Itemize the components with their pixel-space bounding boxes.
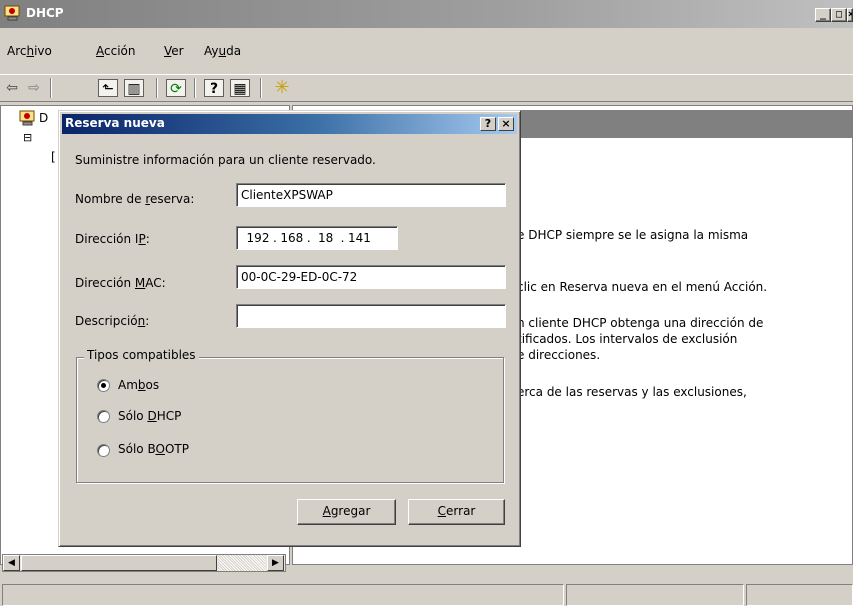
ip-octet[interactable]: 168	[277, 229, 307, 247]
radio-bootp-only-label[interactable]: Sólo BOOTP	[118, 442, 189, 456]
radio-dhcp-only[interactable]	[97, 410, 110, 423]
mac-address-input[interactable]: 00-0C-29-ED-0C-72	[236, 265, 506, 289]
new-reservation-dialog: Reserva nueva ? × Suministre información…	[58, 110, 521, 547]
details-text-line: erca de las reservas y las exclusiones,	[517, 385, 747, 399]
view-icon[interactable]: ▦	[230, 79, 250, 97]
status-cell	[2, 584, 564, 606]
ip-octet[interactable]: 192	[243, 229, 273, 247]
tree-child-stub: [	[51, 150, 56, 164]
show-hide-tree-icon[interactable]: ▥	[124, 79, 144, 97]
tree-root-label[interactable]: D	[39, 111, 48, 125]
close-window-button[interactable]: ×	[847, 8, 853, 22]
radio-dhcp-only-label[interactable]: Sólo DHCP	[118, 409, 181, 423]
status-bar	[0, 582, 853, 606]
radio-selected-dot	[101, 383, 106, 388]
toolbar-separator	[50, 78, 52, 98]
toolbar-separator	[194, 78, 196, 98]
dialog-title: Reserva nueva	[65, 116, 165, 130]
details-text-line: e DHCP siempre se le asigna la misma	[517, 228, 749, 242]
scroll-right-icon[interactable]: ▶	[267, 555, 284, 571]
radio-both-label[interactable]: Ambos	[118, 378, 159, 392]
minimize-button[interactable]: _	[815, 8, 831, 22]
menu-ver[interactable]: Ver	[164, 44, 184, 58]
window-title: DHCP	[26, 6, 64, 20]
radio-bootp-only[interactable]	[97, 444, 110, 457]
forward-arrow-icon[interactable]: ⇨	[24, 79, 44, 97]
mac-label: Dirección MAC:	[75, 276, 166, 290]
close-button[interactable]: Cerrar	[408, 499, 505, 525]
reservation-name-input[interactable]: ClienteXPSWAP	[236, 183, 506, 207]
details-text-line: clic en Reserva nueva en el menú Acción.	[517, 280, 768, 294]
menu-ayuda[interactable]: Ayuda	[204, 44, 241, 58]
menu-archivo[interactable]: Archivo	[7, 44, 52, 58]
dialog-titlebar: Reserva nueva ? ×	[62, 114, 517, 134]
ip-octet[interactable]: 141	[344, 229, 374, 247]
supported-types-legend: Tipos compatibles	[84, 348, 199, 362]
refresh-icon[interactable]: ⟳	[166, 79, 186, 97]
ip-address-input[interactable]: 192. 168. 18. 141	[236, 226, 398, 250]
details-text-line: tificados. Los intervalos de exclusión	[517, 332, 738, 346]
details-text-line: n cliente DHCP obtenga una dirección de	[517, 316, 764, 330]
dialog-intro: Suministre información para un cliente r…	[75, 153, 376, 167]
scroll-track[interactable]	[218, 555, 266, 571]
back-arrow-icon[interactable]: ⇦	[2, 79, 22, 97]
description-input[interactable]	[236, 304, 506, 328]
details-text-line: e direcciones.	[517, 348, 601, 362]
status-cell	[566, 584, 744, 606]
ip-label: Dirección IP:	[75, 232, 150, 246]
description-label: Descripción:	[75, 314, 150, 328]
scroll-thumb[interactable]	[21, 555, 217, 571]
menu-accion[interactable]: Acción	[96, 44, 135, 58]
menu-bar: Archivo Acción Ver Ayuda	[0, 40, 853, 62]
maximize-button[interactable]: □	[831, 8, 847, 22]
new-item-icon[interactable]: ✳	[272, 79, 292, 97]
dhcp-root-icon	[19, 110, 35, 126]
horizontal-scrollbar[interactable]: ◀ ▶	[2, 554, 286, 572]
name-label: Nombre de reserva:	[75, 192, 195, 206]
radio-both[interactable]	[97, 379, 110, 392]
add-button[interactable]: Agregar	[297, 499, 396, 525]
ip-octet[interactable]: 18	[311, 229, 341, 247]
dialog-close-button[interactable]: ×	[498, 117, 514, 131]
properties-icon[interactable]: ?	[204, 79, 224, 97]
window-titlebar: DHCP _ □ ×	[0, 0, 853, 28]
up-level-icon[interactable]: ⬑	[98, 79, 118, 97]
toolbar-separator	[260, 78, 262, 98]
status-cell	[746, 584, 853, 606]
tree-expander-icon[interactable]: ⊟	[23, 131, 32, 144]
toolbar-separator	[156, 78, 158, 98]
help-button[interactable]: ?	[480, 117, 496, 131]
dhcp-app-icon	[4, 5, 20, 21]
scroll-left-icon[interactable]: ◀	[3, 555, 20, 571]
toolbar: ⇦ ⇨ ⬑ ▥ ⟳ ? ▦ ✳	[0, 74, 853, 102]
